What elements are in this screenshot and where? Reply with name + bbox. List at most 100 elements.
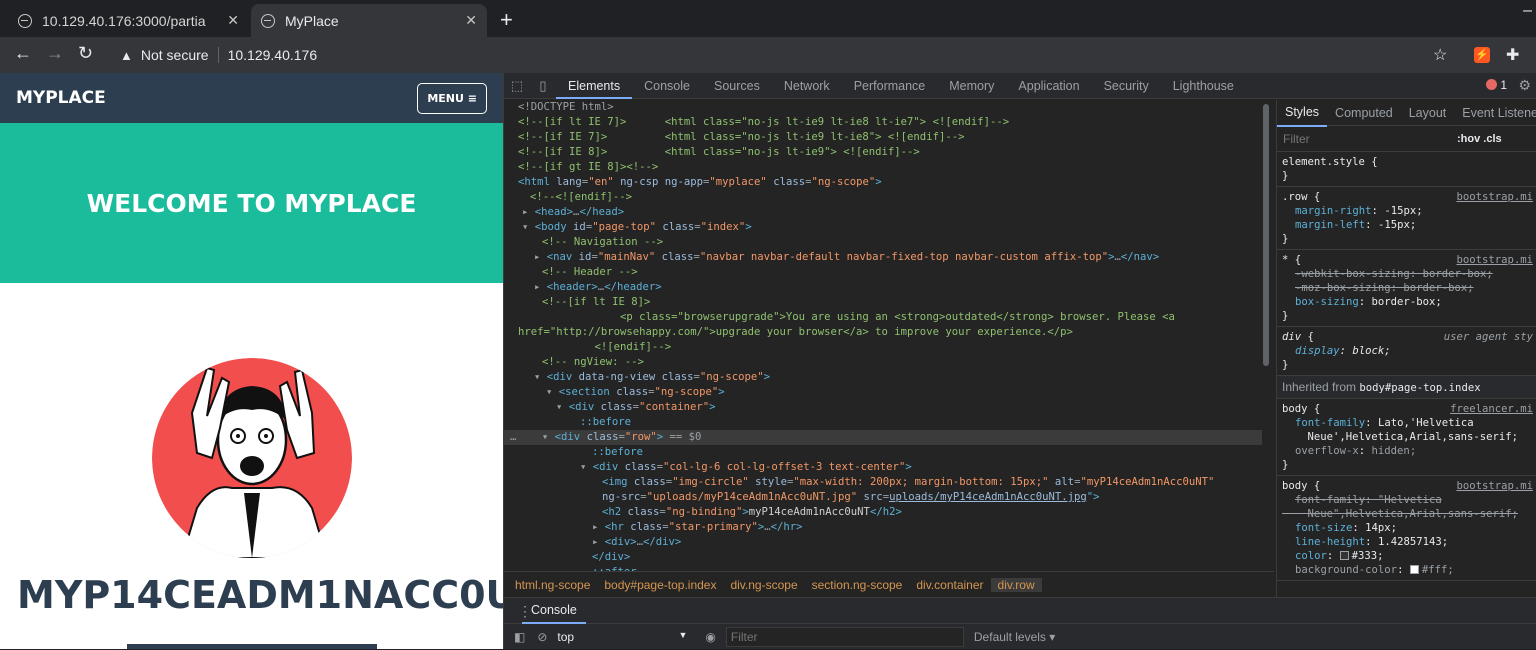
dom-tree[interactable]: <!DOCTYPE html> <!--[if lt IE 7]> <html …: [504, 100, 1262, 571]
dom-node[interactable]: ▾ <div class="container">: [504, 400, 1262, 415]
tab-elements[interactable]: Elements: [556, 73, 633, 99]
dom-node[interactable]: </div>: [504, 550, 1262, 565]
dom-node[interactable]: ▸ <head>…</head>: [504, 205, 1262, 220]
divider: [217, 47, 219, 63]
tab-memory[interactable]: Memory: [937, 73, 1006, 99]
tab-sources[interactable]: Sources: [702, 73, 772, 99]
back-arrow-icon[interactable]: ←: [14, 43, 32, 64]
web-page: MYPLACE MENU ≡ WELCOME TO MYPLACE MYP14C…: [0, 73, 503, 649]
dom-node[interactable]: <!--[if lt IE 7]> <html class="no-js lt-…: [504, 115, 1262, 130]
forward-arrow-icon[interactable]: →: [46, 43, 64, 64]
more-options-icon[interactable]: ⋮: [518, 603, 532, 620]
hov-cls-toggles[interactable]: :hov .cls: [1457, 133, 1502, 145]
dom-node[interactable]: ▸ <div>…</div>: [504, 535, 1262, 550]
address-bar[interactable]: ▲ Not secure 10.129.40.176: [110, 41, 1470, 69]
browser-tab-myplace[interactable]: MyPlace ✕: [251, 4, 487, 37]
dom-node[interactable]: ▸ <header>…</header>: [504, 280, 1262, 295]
new-tab-button[interactable]: +: [500, 7, 513, 33]
style-rule[interactable]: .row {bootstrap.mi margin-right: -15px; …: [1277, 187, 1536, 250]
tab-security[interactable]: Security: [1092, 73, 1161, 99]
dom-node[interactable]: <![endif]-->: [504, 340, 1262, 355]
breadcrumb-item[interactable]: section.ng-scope: [805, 578, 910, 592]
dom-node[interactable]: <!--[if IE 8]> <html class="no-js lt-ie9…: [504, 145, 1262, 160]
minimize-button[interactable]: –: [1523, 2, 1532, 20]
error-count: 1: [1500, 78, 1507, 92]
inspect-element-icon[interactable]: ⬚: [504, 78, 530, 94]
tab-lighthouse[interactable]: Lighthouse: [1161, 73, 1246, 99]
settings-gear-icon[interactable]: ⚙: [1518, 77, 1531, 94]
dom-node[interactable]: ::before: [504, 445, 1262, 460]
styles-filter-input[interactable]: [1283, 128, 1449, 149]
dom-node[interactable]: <!--<![endif]-->: [504, 190, 1262, 205]
tab-console[interactable]: Console: [632, 73, 702, 99]
tab-application[interactable]: Application: [1006, 73, 1091, 99]
log-levels-dropdown[interactable]: Default levels ▾: [974, 630, 1055, 644]
breadcrumb-item[interactable]: div.ng-scope: [723, 578, 804, 592]
dom-node[interactable]: <!-- Navigation -->: [504, 235, 1262, 250]
breadcrumb-item[interactable]: body#page-top.index: [597, 578, 723, 592]
eye-icon[interactable]: ◉: [705, 630, 715, 644]
dom-node[interactable]: <!DOCTYPE html>: [504, 100, 1262, 115]
tab-styles[interactable]: Styles: [1277, 100, 1328, 127]
dom-node[interactable]: <h2 class="ng-binding">myP14ceAdm1nAcc0u…: [504, 505, 1262, 520]
dom-node[interactable]: <p class="browserupgrade">You are using …: [504, 310, 1262, 325]
context-value: top: [557, 630, 575, 644]
url-text[interactable]: 10.129.40.176: [228, 47, 318, 63]
dom-node[interactable]: ▾ <section class="ng-scope">: [504, 385, 1262, 400]
dom-node[interactable]: <!--[if gt IE 8]><!-->: [504, 160, 1262, 175]
device-toolbar-icon[interactable]: ▯: [530, 78, 556, 94]
security-label[interactable]: Not secure: [141, 47, 209, 63]
breadcrumb-item-selected[interactable]: div.row: [990, 577, 1042, 592]
stylesheet-link[interactable]: freelancer.mi: [1450, 402, 1533, 416]
inherited-selector[interactable]: body#page-top.index: [1359, 382, 1480, 394]
dom-node[interactable]: <img class="img-circle" style="max-width…: [504, 475, 1262, 490]
tab-event-listeners[interactable]: Event Listeners: [1454, 100, 1536, 126]
dom-node[interactable]: href="http://browsehappy.com/">upgrade y…: [504, 325, 1262, 340]
site-brand[interactable]: MYPLACE: [16, 88, 106, 108]
dom-node-selected[interactable]: … ▾ <div class="row"> == $0: [504, 430, 1262, 445]
error-count-badge[interactable]: 1: [1486, 78, 1507, 92]
dom-node[interactable]: <!--[if lt IE 8]>: [504, 295, 1262, 310]
dom-node[interactable]: <html lang="en" ng-csp ng-app="myplace" …: [504, 175, 1262, 190]
console-filter-input[interactable]: [725, 627, 964, 647]
dom-node[interactable]: ::before: [504, 415, 1262, 430]
sidebar-toggle-icon[interactable]: ◧: [514, 630, 525, 644]
username-heading: MYP14CEADM1NACC0UNT: [17, 573, 503, 617]
style-rule[interactable]: body {freelancer.mi font-family: Lato,'H…: [1277, 399, 1536, 476]
warning-icon[interactable]: ▲: [120, 48, 133, 63]
extension-icon[interactable]: ⚡: [1474, 47, 1490, 63]
dom-tree-scrollbar[interactable]: [1262, 100, 1270, 571]
breadcrumb-item[interactable]: div.container: [909, 578, 990, 592]
style-rule[interactable]: element.style { }: [1277, 152, 1536, 187]
stylesheet-link[interactable]: bootstrap.mi: [1456, 479, 1533, 493]
style-rule[interactable]: div {user agent sty display: block; }: [1277, 327, 1536, 376]
extensions-puzzle-icon[interactable]: ✚: [1506, 45, 1519, 65]
dom-node[interactable]: ng-src="uploads/myP14ceAdm1nAcc0uNT.jpg"…: [504, 490, 1262, 505]
stylesheet-link[interactable]: bootstrap.mi: [1456, 190, 1533, 204]
dom-node[interactable]: ▸ <hr class="star-primary">…</hr>: [504, 520, 1262, 535]
console-toolbar: ◧ ⊘ top ▼ ◉ Default levels ▾: [504, 624, 1536, 650]
style-rule[interactable]: body {bootstrap.mi font-family: "Helveti…: [1277, 476, 1536, 581]
browser-tab-partial[interactable]: 10.129.40.176:3000/partia ✕: [8, 4, 249, 37]
reload-icon[interactable]: ↻: [78, 43, 93, 64]
style-rule[interactable]: * {bootstrap.mi -webkit-box-sizing: bord…: [1277, 250, 1536, 327]
tab-computed[interactable]: Computed: [1327, 100, 1401, 126]
tab-performance[interactable]: Performance: [842, 73, 938, 99]
close-tab-icon[interactable]: ✕: [221, 12, 239, 29]
stylesheet-link[interactable]: bootstrap.mi: [1456, 253, 1533, 267]
dom-node[interactable]: <!-- ngView: -->: [504, 355, 1262, 370]
bookmark-star-icon[interactable]: ☆: [1433, 45, 1447, 65]
clear-console-icon[interactable]: ⊘: [537, 630, 547, 644]
menu-button[interactable]: MENU ≡: [417, 82, 487, 114]
tab-layout[interactable]: Layout: [1401, 100, 1455, 126]
tab-network[interactable]: Network: [772, 73, 842, 99]
dom-node[interactable]: ▾ <div class="col-lg-6 col-lg-offset-3 t…: [504, 460, 1262, 475]
dom-node[interactable]: ▾ <body id="page-top" class="index">: [504, 220, 1262, 235]
dom-node[interactable]: ▾ <div data-ng-view class="ng-scope">: [504, 370, 1262, 385]
context-selector[interactable]: top ▼: [557, 630, 687, 644]
dom-node[interactable]: ▸ <nav id="mainNav" class="navbar navbar…: [504, 250, 1262, 265]
dom-node[interactable]: <!--[if IE 7]> <html class="no-js lt-ie9…: [504, 130, 1262, 145]
close-tab-icon[interactable]: ✕: [459, 12, 477, 29]
breadcrumb-item[interactable]: html.ng-scope: [508, 578, 597, 592]
dom-node[interactable]: <!-- Header -->: [504, 265, 1262, 280]
